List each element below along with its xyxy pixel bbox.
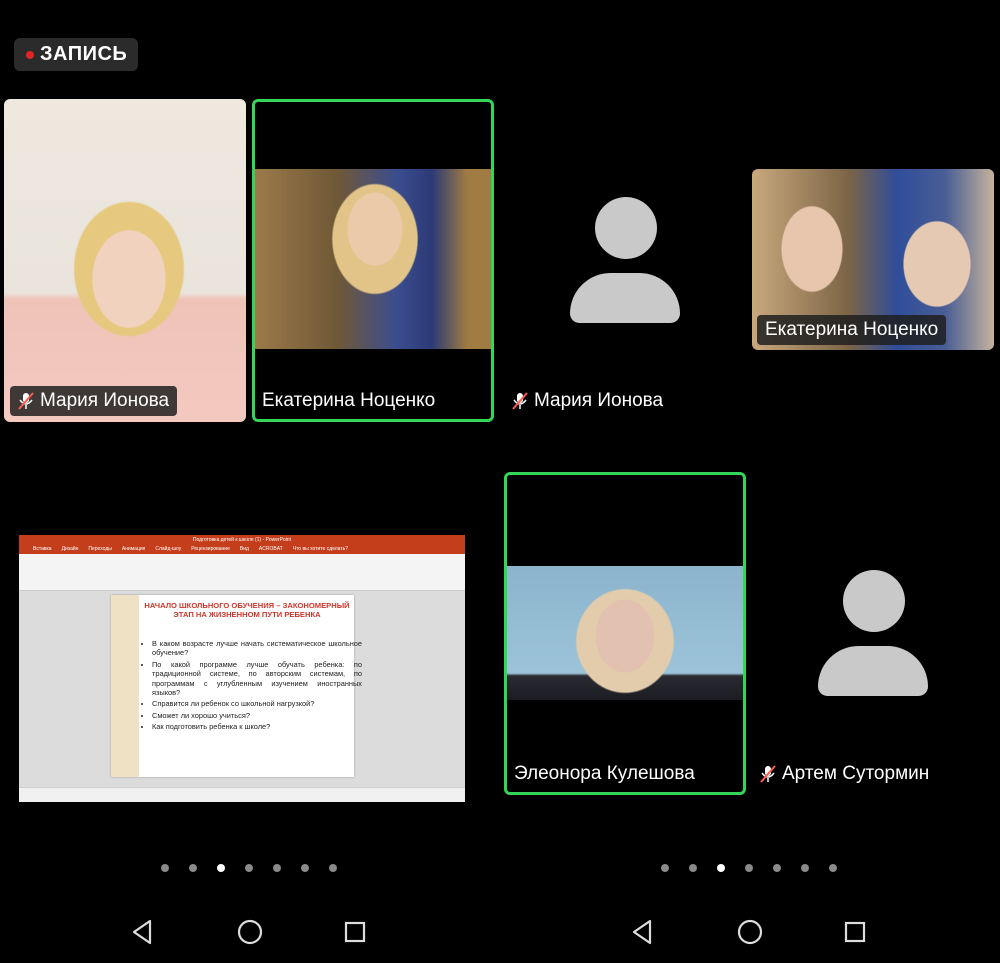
ribbon-tab[interactable]: Переходы bbox=[88, 545, 111, 554]
page-indicator[interactable] bbox=[661, 864, 837, 872]
page-dot[interactable] bbox=[161, 864, 169, 872]
page-dot-active[interactable] bbox=[717, 864, 725, 872]
ribbon-tabs: Вставка Дизайн Переходы Анимация Слайд-ш… bbox=[19, 545, 465, 554]
slide-bullet: Справится ли ребенок со школьной нагрузк… bbox=[152, 699, 362, 708]
back-icon[interactable] bbox=[630, 918, 654, 946]
status-bar bbox=[19, 787, 465, 802]
app-title-bar: Подготовка детей к школе (1) - PowerPoin… bbox=[19, 535, 465, 545]
muted-mic-icon bbox=[18, 392, 34, 410]
video-tile[interactable]: Артем Сутормин bbox=[752, 472, 994, 795]
ribbon-tab[interactable]: Вставка bbox=[33, 545, 52, 554]
page-indicator[interactable] bbox=[161, 864, 337, 872]
slide-bullet: По какой программе лучше обучать ребенка… bbox=[152, 660, 362, 698]
page-dot[interactable] bbox=[273, 864, 281, 872]
back-icon[interactable] bbox=[130, 918, 154, 946]
home-icon[interactable] bbox=[737, 918, 763, 946]
ribbon-toolbar bbox=[19, 554, 465, 591]
recents-icon[interactable] bbox=[843, 918, 867, 946]
slide-bullet: Как подготовить ребенка к школе? bbox=[152, 722, 362, 731]
participant-name-tag: Элеонора Кулешова bbox=[514, 763, 695, 785]
participant-name: Артем Сутормин bbox=[782, 763, 930, 784]
ribbon-tab[interactable]: Анимация bbox=[122, 545, 145, 554]
slide: НАЧАЛО ШКОЛЬНОГО ОБУЧЕНИЯ – ЗАКОНОМЕРНЫЙ… bbox=[111, 595, 362, 777]
ribbon-tab[interactable]: Дизайн bbox=[62, 545, 79, 554]
slide-canvas: НАЧАЛО ШКОЛЬНОГО ОБУЧЕНИЯ – ЗАКОНОМЕРНЫЙ… bbox=[19, 591, 465, 788]
video-feed bbox=[255, 169, 491, 349]
recording-dot-icon bbox=[26, 50, 34, 59]
home-icon[interactable] bbox=[237, 918, 263, 946]
recording-label: ЗАПИСЬ bbox=[40, 43, 128, 65]
video-feed bbox=[507, 566, 743, 700]
video-tile-active-speaker[interactable]: Екатерина Ноценко bbox=[252, 99, 494, 422]
page-dot[interactable] bbox=[189, 864, 197, 872]
participant-name-tag: Екатерина Ноценко bbox=[757, 315, 947, 345]
participant-name: Екатерина Ноценко bbox=[262, 390, 436, 411]
page-dot[interactable] bbox=[301, 864, 309, 872]
page-dot[interactable] bbox=[689, 864, 697, 872]
slide-bullet: В каком возрасте лучше начать систематич… bbox=[152, 639, 362, 658]
muted-mic-icon bbox=[512, 392, 528, 410]
page-dot[interactable] bbox=[661, 864, 669, 872]
participant-name-tag: Артем Сутормин bbox=[760, 763, 929, 785]
page-dot[interactable] bbox=[801, 864, 809, 872]
slide-decoration bbox=[111, 595, 139, 777]
page-dot[interactable] bbox=[829, 864, 837, 872]
slide-bullets: В каком возрасте лучше начать систематич… bbox=[141, 639, 362, 734]
ribbon-tab[interactable]: ACROBAT bbox=[259, 545, 283, 554]
page-dot[interactable] bbox=[245, 864, 253, 872]
participant-name: Екатерина Ноценко bbox=[765, 319, 939, 340]
slide-title: НАЧАЛО ШКОЛЬНОГО ОБУЧЕНИЯ – ЗАКОНОМЕРНЫЙ… bbox=[144, 601, 350, 619]
ribbon-search[interactable]: Что вы хотите сделать? bbox=[293, 545, 348, 554]
ribbon-tab[interactable]: Рецензирование bbox=[191, 545, 230, 554]
recording-badge: ЗАПИСЬ bbox=[14, 38, 138, 71]
ribbon-tab[interactable]: Вид bbox=[240, 545, 249, 554]
recents-icon[interactable] bbox=[343, 918, 367, 946]
page-dot[interactable] bbox=[329, 864, 337, 872]
muted-mic-icon bbox=[760, 765, 776, 783]
shared-screen[interactable]: Подготовка детей к школе (1) - PowerPoin… bbox=[19, 535, 465, 802]
slide-bullet: Сможет ли хорошо учиться? bbox=[152, 711, 362, 720]
participant-name-tag: Екатерина Ноценко bbox=[262, 390, 435, 412]
video-tile[interactable]: Мария Ионова bbox=[4, 99, 246, 422]
page-dot-active[interactable] bbox=[217, 864, 225, 872]
participant-name-tag: Мария Ионова bbox=[512, 390, 663, 412]
page-dot[interactable] bbox=[773, 864, 781, 872]
page-dot[interactable] bbox=[745, 864, 753, 872]
video-tile[interactable]: Мария Ионова bbox=[504, 99, 746, 422]
participant-name: Мария Ионова bbox=[40, 390, 170, 411]
participant-name-tag: Мария Ионова bbox=[10, 386, 178, 416]
avatar-placeholder-icon bbox=[570, 197, 680, 323]
avatar-placeholder-icon bbox=[818, 570, 928, 696]
video-tile[interactable]: Екатерина Ноценко bbox=[752, 169, 994, 350]
ribbon-tab[interactable]: Слайд-шоу bbox=[155, 545, 181, 554]
participant-name: Элеонора Кулешова bbox=[514, 763, 695, 784]
participant-name: Мария Ионова bbox=[534, 390, 664, 411]
video-tile-active-speaker[interactable]: Элеонора Кулешова bbox=[504, 472, 746, 795]
